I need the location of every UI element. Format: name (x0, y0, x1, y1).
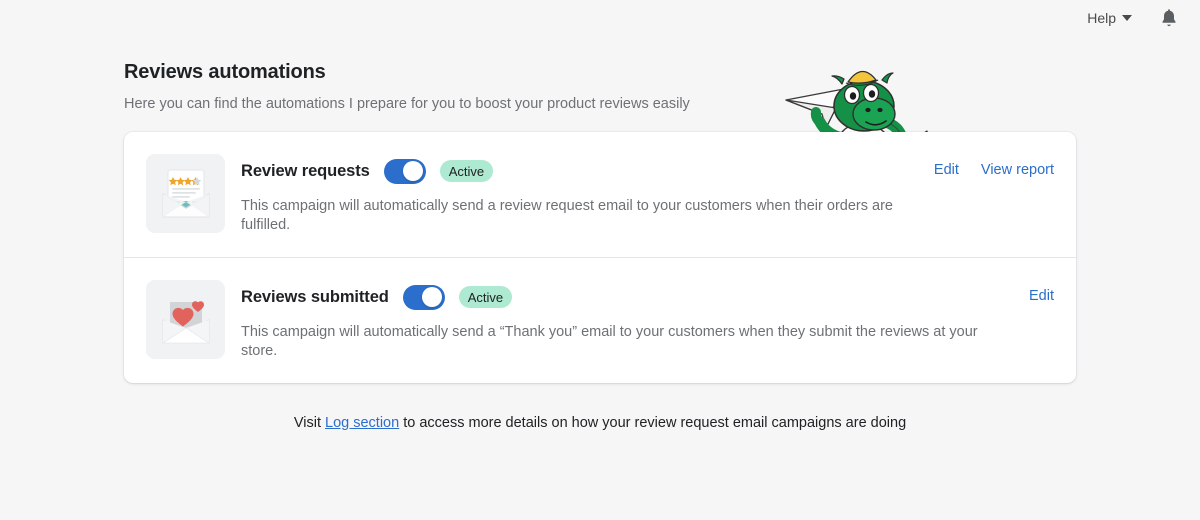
page-header: Reviews automations Here you can find th… (0, 36, 1200, 174)
automation-headline: Review requests Active (241, 156, 916, 186)
automation-body: Review requests Active This campaign wil… (241, 154, 916, 235)
top-bar: Help (0, 0, 1200, 36)
chevron-down-icon (1122, 15, 1132, 21)
bell-icon (1162, 8, 1176, 26)
automation-actions: Edit View report (934, 154, 1054, 184)
help-label: Help (1087, 10, 1116, 26)
automation-actions: Edit (1029, 280, 1054, 310)
status-badge: Active (458, 286, 513, 308)
automation-headline: Reviews submitted Active (241, 282, 1011, 312)
envelope-review-stars-icon (146, 154, 225, 233)
automation-title: Reviews submitted (241, 287, 389, 306)
footer-note: Visit Log section to access more details… (0, 415, 1200, 431)
automation-toggle[interactable] (383, 158, 426, 184)
help-menu-button[interactable]: Help (1085, 6, 1134, 30)
page-title: Reviews automations (124, 61, 326, 83)
toggle-knob (422, 287, 443, 307)
page-subtitle: Here you can find the automations I prep… (124, 96, 690, 112)
automation-row: Reviews submitted Active This campaign w… (124, 257, 1076, 383)
automations-card: Review requests Active This campaign wil… (124, 132, 1076, 383)
envelope-hearts-icon (146, 280, 225, 359)
page: Reviews automations Here you can find th… (0, 36, 1200, 431)
footer-suffix: to access more details on how your revie… (399, 415, 907, 431)
toggle-knob (403, 161, 424, 181)
edit-link[interactable]: Edit (1029, 288, 1054, 304)
automation-title: Review requests (241, 161, 370, 180)
automation-description: This campaign will automatically send a … (241, 324, 978, 359)
automation-toggle[interactable] (402, 284, 445, 310)
log-section-link[interactable]: Log section (325, 415, 399, 431)
automation-description: This campaign will automatically send a … (241, 198, 893, 233)
status-badge: Active (439, 160, 494, 182)
view-report-link[interactable]: View report (981, 162, 1054, 178)
automation-body: Reviews submitted Active This campaign w… (241, 280, 1011, 361)
edit-link[interactable]: Edit (934, 162, 959, 178)
automation-row: Review requests Active This campaign wil… (124, 132, 1076, 257)
footer-prefix: Visit (293, 415, 326, 431)
notifications-button[interactable] (1156, 5, 1182, 31)
